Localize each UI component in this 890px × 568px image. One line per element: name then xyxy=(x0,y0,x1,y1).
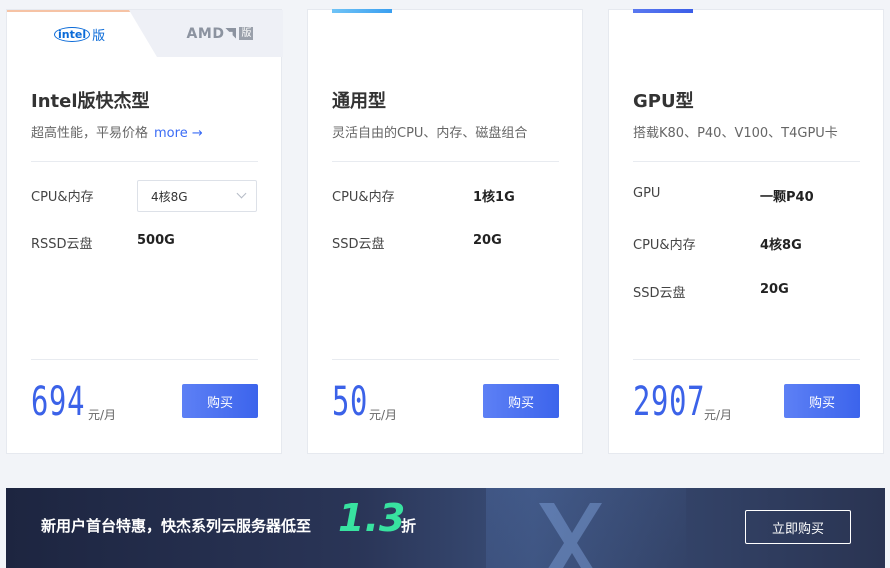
buy-now-button[interactable]: 立即购买 xyxy=(745,510,851,544)
price-unit: 元/月 xyxy=(88,408,117,422)
discount-value: 1.3 xyxy=(338,496,406,540)
tab-amd[interactable]: AMD 版 xyxy=(157,10,283,57)
tab-intel-label: 版 xyxy=(92,29,106,44)
spec-label-disk: SSD云盘 xyxy=(633,286,686,301)
buy-button[interactable]: 购买 xyxy=(483,384,559,418)
card-accent-bar xyxy=(633,9,693,13)
spec-label-disk: SSD云盘 xyxy=(332,237,385,252)
product-card-intel: intel 版 AMD 版 Intel版快杰型 超高性能，平易价格 more → … xyxy=(6,9,283,454)
card-title: Intel版快杰型 xyxy=(31,91,150,112)
spec-label-cpu-memory: CPU&内存 xyxy=(31,190,94,205)
price-unit: 元/月 xyxy=(369,408,398,422)
product-card-general: 通用型 灵活自由的CPU、内存、磁盘组合 CPU&内存 1核1G SSD云盘 2… xyxy=(307,9,583,454)
divider xyxy=(31,161,258,162)
spec-value-cpu-memory: 1核1G xyxy=(473,190,515,205)
price: 2907 xyxy=(633,379,706,425)
buy-button[interactable]: 购买 xyxy=(182,384,258,418)
divider xyxy=(332,161,559,162)
divider xyxy=(31,359,258,360)
divider xyxy=(332,359,559,360)
spec-value-disk: 20G xyxy=(760,282,789,297)
spec-value-gpu: 一颗P40 xyxy=(760,190,814,205)
divider xyxy=(633,161,860,162)
card-subtitle: 灵活自由的CPU、内存、磁盘组合 xyxy=(332,126,528,141)
chevron-down-icon xyxy=(236,188,247,199)
promo-banner: 新用户首台特惠，快杰系列云服务器低至 1.3 折 立即购买 xyxy=(6,488,885,568)
spec-label-disk: RSSD云盘 xyxy=(31,237,93,252)
spec-value-disk: 500G xyxy=(137,233,175,248)
more-link[interactable]: more → xyxy=(154,126,203,141)
card-subtitle: 超高性能，平易价格 more → xyxy=(31,122,203,141)
x-logo-icon xyxy=(539,503,602,568)
price-unit: 元/月 xyxy=(704,408,733,422)
intel-logo-icon: intel xyxy=(54,27,91,42)
card-accent-bar xyxy=(332,9,392,13)
cpu-memory-select-value: 4核8G xyxy=(151,189,188,204)
product-card-gpu: GPU型 搭载K80、P40、V100、T4GPU卡 GPU 一颗P40 CPU… xyxy=(608,9,884,454)
spec-label-cpu-memory: CPU&内存 xyxy=(633,238,696,253)
amd-logo-icon: AMD xyxy=(186,25,225,42)
cpu-vendor-tabs: intel 版 AMD 版 xyxy=(7,10,283,57)
tab-intel[interactable]: intel 版 xyxy=(7,10,157,57)
card-title: GPU型 xyxy=(633,91,694,112)
discount-suffix: 折 xyxy=(401,517,417,535)
price: 694 xyxy=(31,379,86,425)
spec-label-gpu: GPU xyxy=(633,186,661,201)
cpu-memory-select[interactable]: 4核8G xyxy=(137,180,257,212)
spec-value-cpu-memory: 4核8G xyxy=(760,238,802,253)
amd-arrow-icon xyxy=(225,28,237,39)
banner-text: 新用户首台特惠，快杰系列云服务器低至 xyxy=(41,517,312,535)
spec-label-cpu-memory: CPU&内存 xyxy=(332,190,395,205)
price: 50 xyxy=(332,379,369,425)
divider xyxy=(633,359,860,360)
card-subtitle: 搭载K80、P40、V100、T4GPU卡 xyxy=(633,126,838,141)
tab-amd-label: 版 xyxy=(239,27,254,40)
buy-button[interactable]: 购买 xyxy=(784,384,860,418)
card-subtitle-text: 超高性能，平易价格 xyxy=(31,126,149,141)
spec-value-disk: 20G xyxy=(473,233,502,248)
card-title: 通用型 xyxy=(332,91,386,112)
